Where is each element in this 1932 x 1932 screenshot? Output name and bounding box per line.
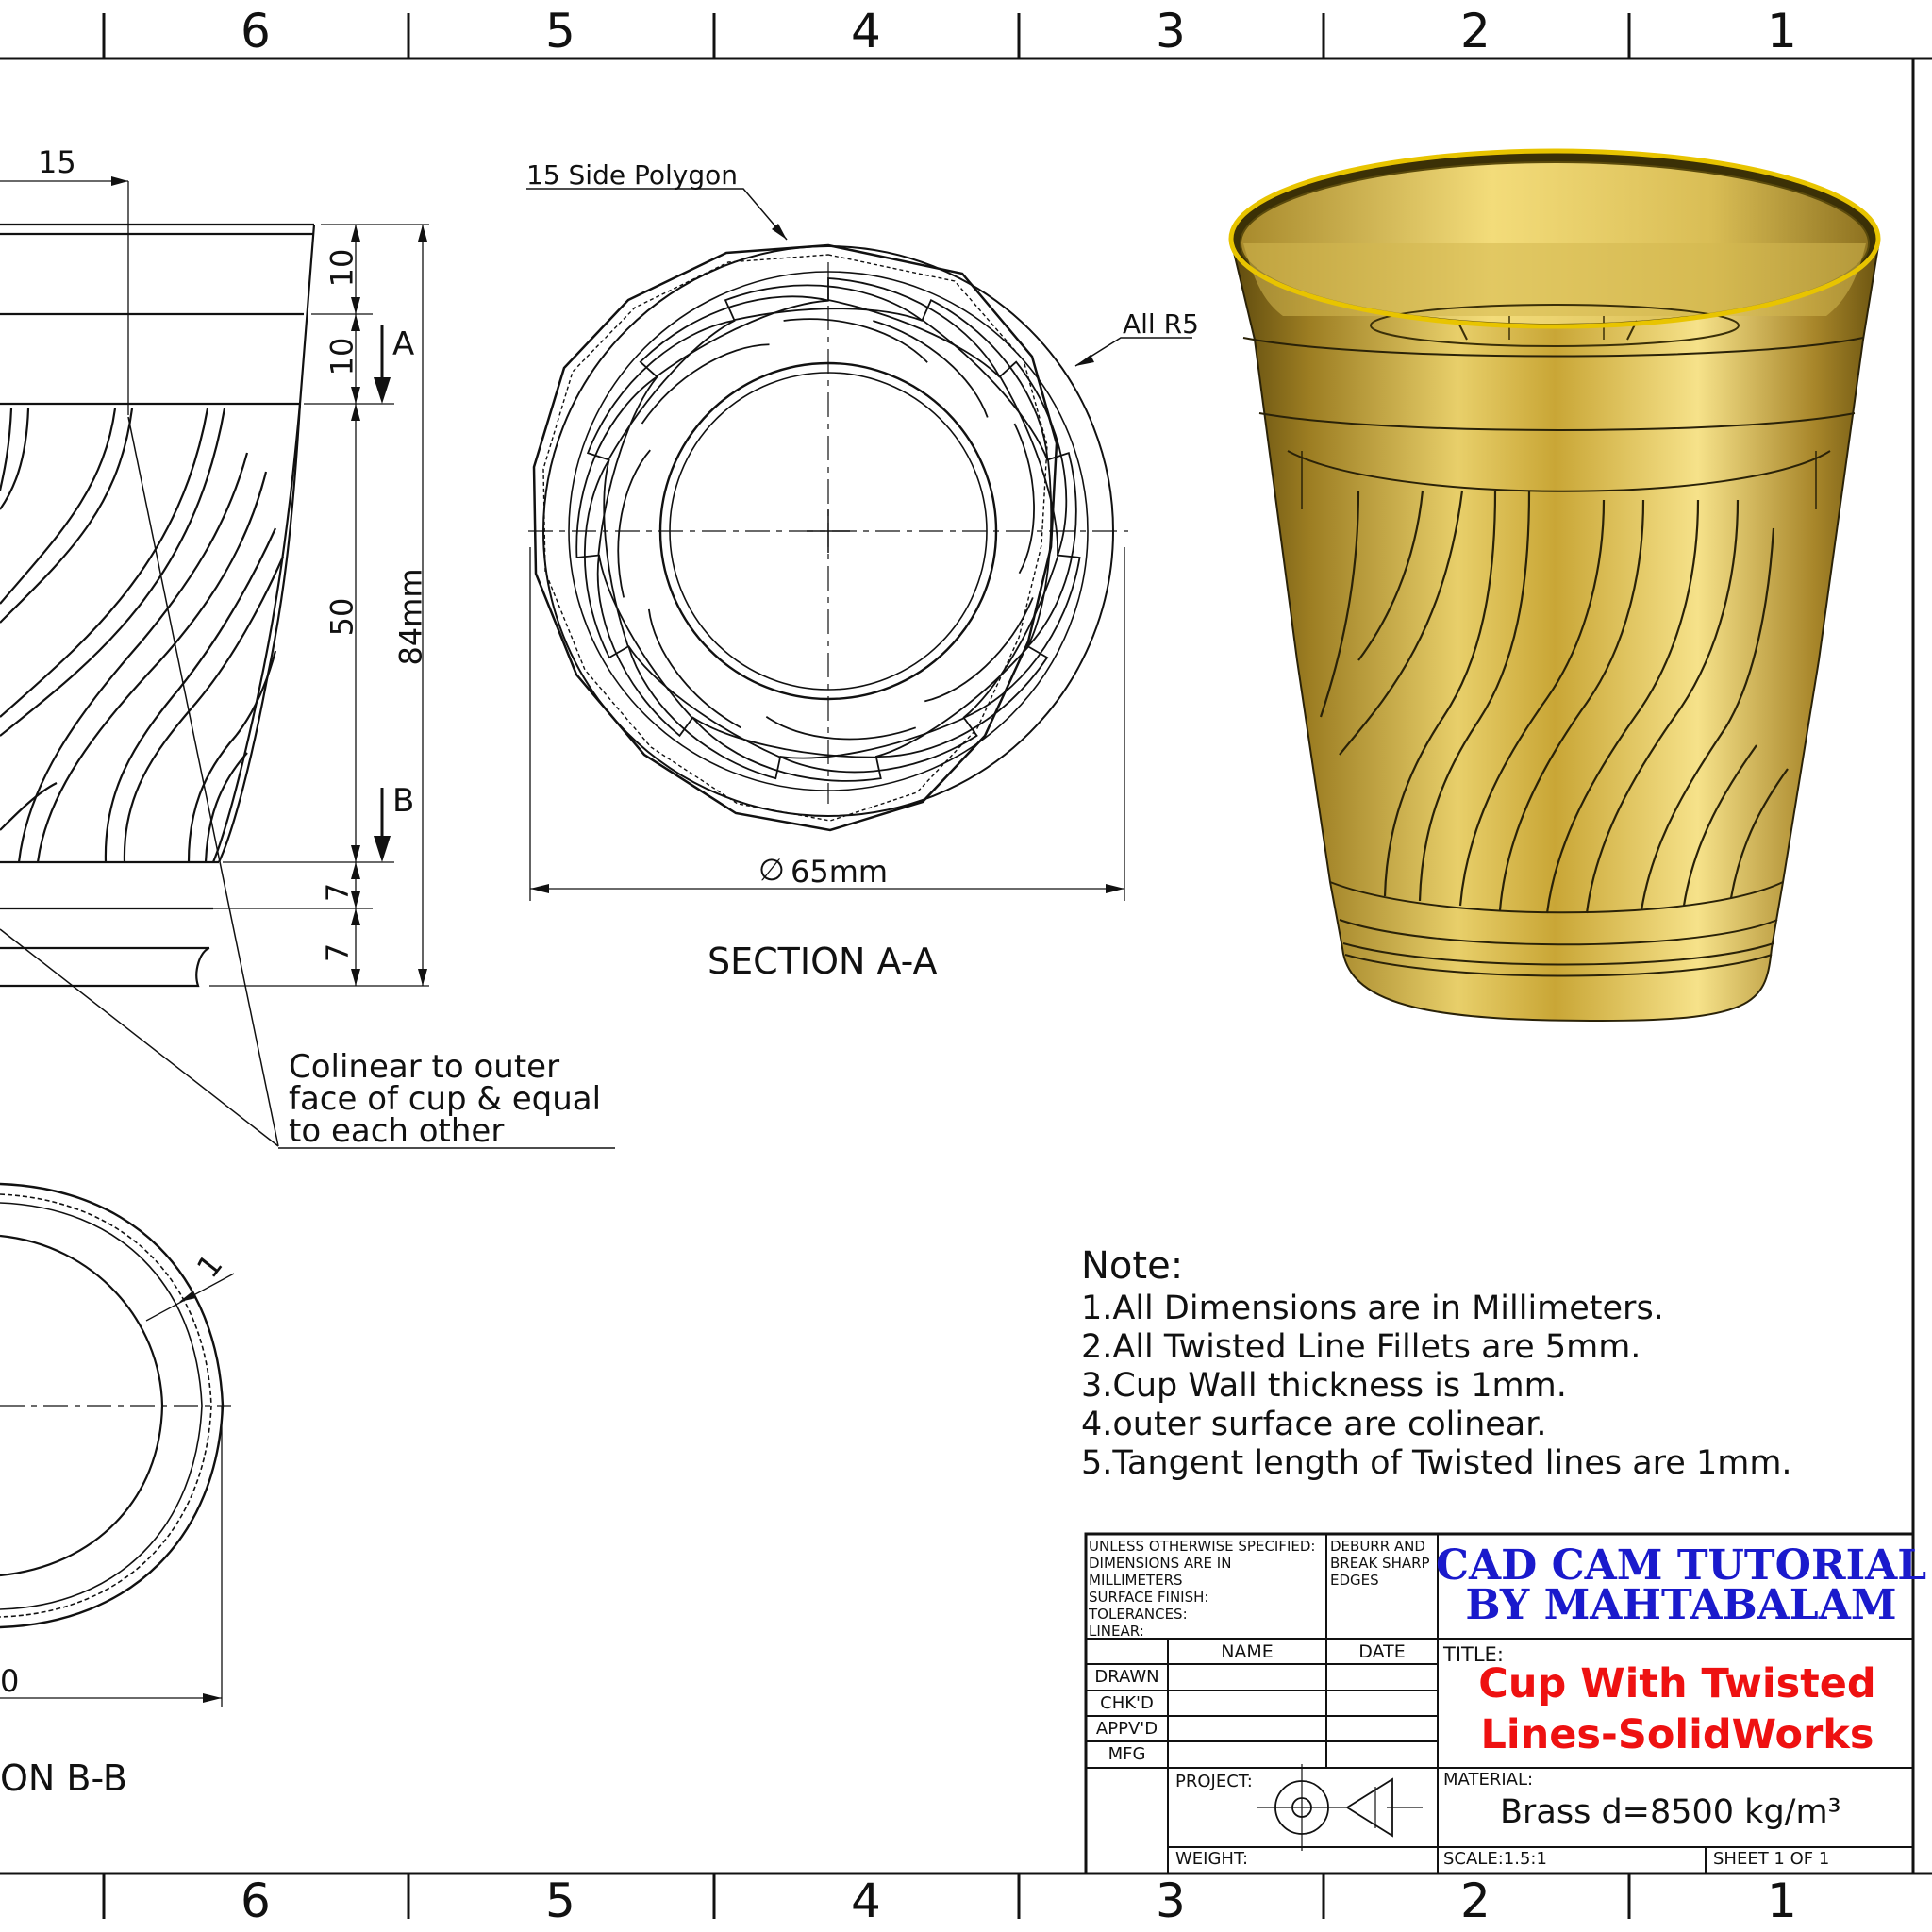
tb-deburr-line-1: DEBURR AND: [1330, 1538, 1425, 1555]
dim-twist-zone: 50: [324, 597, 360, 637]
tb-project-label: PROJECT:: [1175, 1772, 1253, 1791]
tb-weight-label: WEIGHT:: [1175, 1849, 1249, 1869]
zone-bottom-1: 1: [1767, 1874, 1797, 1928]
tb-material-label: MATERIAL:: [1443, 1770, 1534, 1790]
radius-note: All R5: [1123, 308, 1199, 340]
tb-spec-line-3: SURFACE FINISH:: [1089, 1589, 1209, 1606]
part-title-line-2: Lines-SolidWorks: [1480, 1711, 1874, 1758]
tb-row-appvd: APPV'D: [1095, 1719, 1158, 1739]
front-view: [0, 176, 615, 1149]
zone-bottom-5: 5: [545, 1874, 575, 1928]
tb-spec-line-4: TOLERANCES:: [1089, 1606, 1188, 1623]
tb-col-name: NAME: [1221, 1641, 1274, 1662]
note-line-1: 1.All Dimensions are in Millimeters.: [1081, 1290, 1664, 1327]
colinear-note-line3: to each other: [289, 1112, 505, 1150]
diameter-symbol: ∅: [758, 852, 785, 888]
section-bb-partial-dim: 0: [0, 1663, 20, 1699]
zone-top-5: 5: [545, 4, 575, 58]
tb-deburr-block: DEBURR AND BREAK SHARP EDGES: [1330, 1538, 1436, 1589]
notes-block: Note: 1.All Dimensions are in Millimeter…: [1081, 1247, 1792, 1480]
zone-bottom-4: 4: [851, 1874, 881, 1928]
projection-symbol: [1257, 1764, 1423, 1851]
note-line-3: 3.Cup Wall thickness is 1mm.: [1081, 1367, 1567, 1405]
note-line-2: 2.All Twisted Line Fillets are 5mm.: [1081, 1328, 1641, 1366]
section-aa-label: SECTION A-A: [708, 941, 938, 982]
tb-spec-block: UNLESS OTHERWISE SPECIFIED: DIMENSIONS A…: [1089, 1538, 1324, 1640]
note-line-4: 4.outer surface are colinear.: [1081, 1406, 1547, 1443]
tb-spec-line-2: DIMENSIONS ARE IN MILLIMETERS: [1089, 1555, 1232, 1589]
polygon-note: 15 Side Polygon: [526, 159, 738, 191]
zone-top-2: 2: [1460, 4, 1491, 58]
zone-top-6: 6: [241, 4, 271, 58]
tb-material-value: Brass d=8500 kg/m³: [1500, 1793, 1841, 1831]
dim-lower-band: 7: [320, 882, 357, 903]
dim-base: 7: [320, 942, 357, 963]
tb-deburr-line-3: EDGES: [1330, 1572, 1379, 1589]
dim-overall-height: 84mm: [392, 568, 429, 666]
zone-bottom-6: 6: [241, 1874, 271, 1928]
section-bb-label: ON B-B: [0, 1757, 127, 1799]
tb-sheet: SHEET 1 OF 1: [1713, 1849, 1830, 1869]
colinear-note-line2: face of cup & equal: [289, 1080, 602, 1118]
section-aa-twisted-lobes: [575, 277, 1081, 782]
dim-rim-band: 10: [324, 248, 360, 288]
tb-row-chkd: CHK'D: [1100, 1693, 1154, 1713]
drawing-canvas: [0, 13, 1932, 1919]
section-arrow-b-label: B: [392, 782, 415, 820]
tb-spec-line-5: LINEAR:: [1089, 1623, 1144, 1640]
colinear-note-line1: Colinear to outer: [289, 1048, 560, 1086]
tb-scale: SCALE:1.5:1: [1443, 1849, 1547, 1869]
dim-top-offset: 15: [38, 144, 76, 180]
zone-bottom-3: 3: [1156, 1874, 1186, 1928]
section-aa-view: [526, 188, 1192, 901]
zone-top-1: 1: [1767, 4, 1797, 58]
tb-row-drawn: DRAWN: [1094, 1667, 1159, 1687]
note-line-5: 5.Tangent length of Twisted lines are 1m…: [1081, 1444, 1792, 1482]
dim-upper-band: 10: [324, 337, 360, 376]
tb-row-mfg: MFG: [1108, 1744, 1146, 1764]
zone-bottom-2: 2: [1460, 1874, 1491, 1928]
zone-top-3: 3: [1156, 4, 1186, 58]
drawing-sheet: 6 5 4 3 2 1 6 5 4 3 2 1 15 10 10 50 84mm…: [0, 0, 1932, 1932]
tb-col-date: DATE: [1358, 1641, 1406, 1662]
zone-top-4: 4: [851, 4, 881, 58]
section-arrow-a-label: A: [392, 325, 415, 363]
brass-cup-render: [1228, 148, 1881, 1023]
notes-title: Note:: [1081, 1244, 1184, 1288]
tb-spec-line-1: UNLESS OTHERWISE SPECIFIED:: [1089, 1538, 1316, 1555]
part-title-line-1: Cup With Twisted: [1478, 1660, 1876, 1707]
diameter-dim: 65mm: [791, 854, 889, 890]
brand-line-2: BY MAHTABALAM: [1465, 1581, 1897, 1629]
tb-deburr-line-2: BREAK SHARP: [1330, 1555, 1430, 1572]
